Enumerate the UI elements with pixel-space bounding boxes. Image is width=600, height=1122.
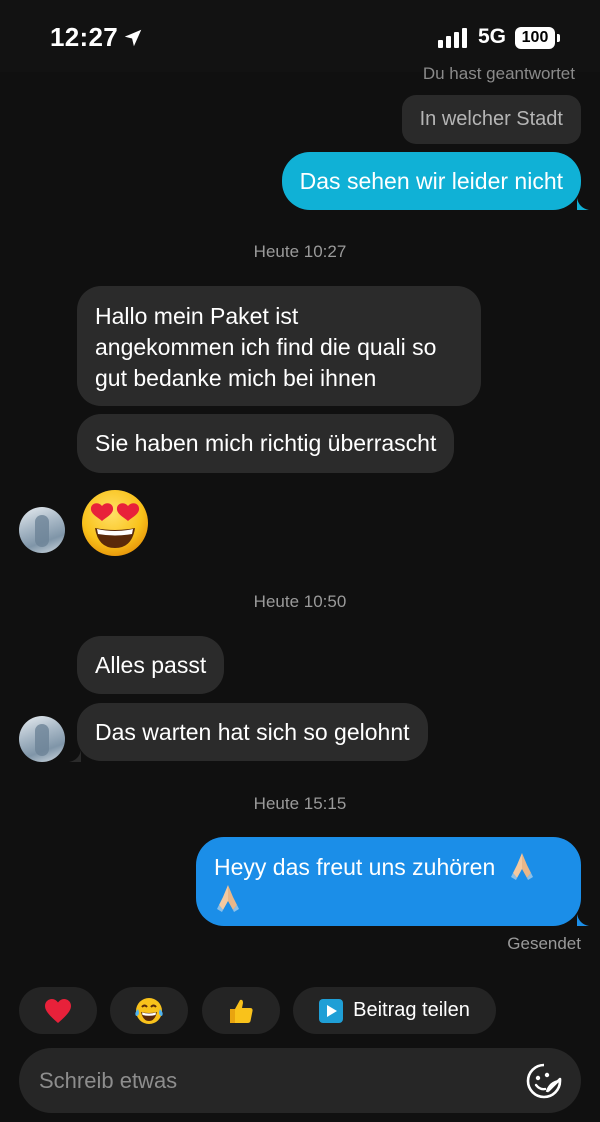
status-time: 12:27 bbox=[50, 22, 118, 52]
heart-eyes-emoji-icon[interactable] bbox=[80, 488, 150, 558]
sender-avatar[interactable] bbox=[19, 507, 65, 553]
message-text: Das sehen wir leider nicht bbox=[299, 168, 563, 194]
outgoing-message-bubble[interactable]: Heyy das freut uns zuhören bbox=[196, 837, 581, 926]
tears-of-joy-icon bbox=[135, 997, 163, 1024]
message-line: Hallo mein Paket ist bbox=[95, 303, 299, 329]
network-type: 5G bbox=[478, 25, 507, 48]
status-bar: 12:27 5G 100 bbox=[0, 0, 600, 72]
reply-quote[interactable]: In welcher Stadt bbox=[401, 95, 581, 144]
bubble-tail bbox=[577, 198, 589, 210]
incoming-message-bubble[interactable]: Alles passt bbox=[77, 636, 225, 694]
heart-icon bbox=[45, 998, 71, 1023]
battery-tip bbox=[557, 34, 560, 42]
timestamp: Heute 10:27 bbox=[253, 242, 347, 261]
play-video-icon bbox=[319, 998, 344, 1023]
message-text: Heyy das freut uns zuhören bbox=[214, 854, 496, 880]
react-thumbs-up-button[interactable] bbox=[202, 987, 280, 1034]
react-laugh-button[interactable] bbox=[110, 987, 188, 1034]
bubble-tail bbox=[69, 750, 81, 762]
incoming-message-bubble[interactable]: Hallo mein Paket ist angekommen ich find… bbox=[77, 286, 481, 406]
message-line: angekommen ich find die quali so bbox=[95, 334, 437, 360]
folded-hands-icon bbox=[217, 885, 239, 912]
message-text: Das warten hat sich so gelohnt bbox=[95, 719, 410, 745]
battery-icon: 100 bbox=[515, 27, 555, 49]
outgoing-message-bubble[interactable]: Das sehen wir leider nicht bbox=[281, 152, 581, 210]
message-text: Sie haben mich richtig überrascht bbox=[95, 430, 437, 456]
location-arrow-icon bbox=[124, 29, 142, 47]
sent-status: Gesendet bbox=[507, 934, 581, 953]
message-text: Alles passt bbox=[95, 652, 207, 678]
reply-note: Du hast geantwortet bbox=[422, 64, 575, 83]
bubble-tail bbox=[577, 914, 589, 926]
incoming-message-bubble[interactable]: Das warten hat sich so gelohnt bbox=[77, 703, 428, 761]
sticker-icon[interactable] bbox=[525, 1062, 563, 1100]
message-line: gut bedanke mich bei ihnen bbox=[95, 365, 377, 391]
share-post-label: Beitrag teilen bbox=[353, 999, 470, 1021]
timestamp: Heute 10:50 bbox=[253, 592, 347, 611]
share-post-button[interactable]: Beitrag teilen bbox=[293, 987, 496, 1034]
thumbs-up-icon bbox=[230, 999, 253, 1023]
react-heart-button[interactable] bbox=[19, 987, 97, 1034]
timestamp: Heute 15:15 bbox=[253, 794, 347, 813]
cellular-signal-icon bbox=[438, 28, 467, 48]
sender-avatar[interactable] bbox=[19, 716, 65, 762]
incoming-message-bubble[interactable]: Sie haben mich richtig überrascht bbox=[77, 414, 455, 473]
message-composer bbox=[19, 1048, 581, 1113]
folded-hands-icon bbox=[510, 853, 533, 880]
message-input[interactable] bbox=[39, 1048, 519, 1113]
